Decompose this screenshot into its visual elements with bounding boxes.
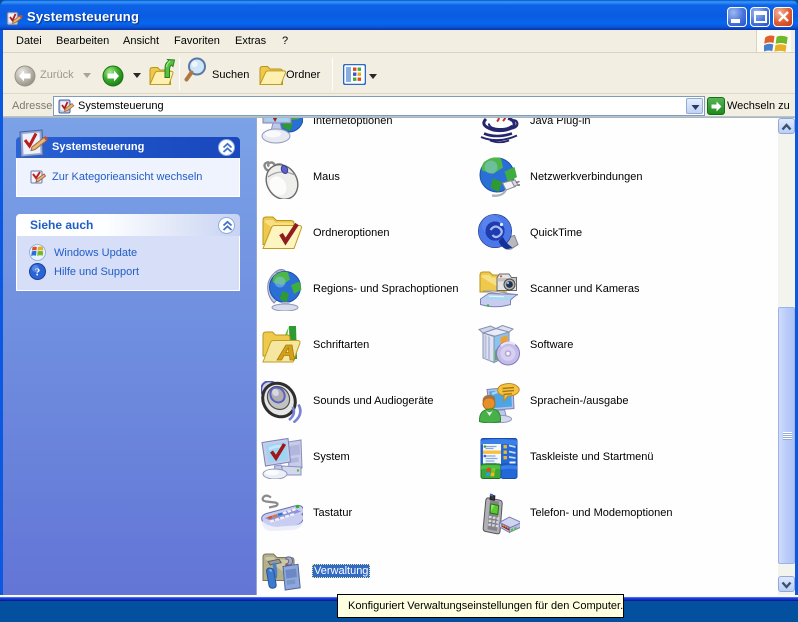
svg-text:?: ? — [35, 267, 41, 279]
